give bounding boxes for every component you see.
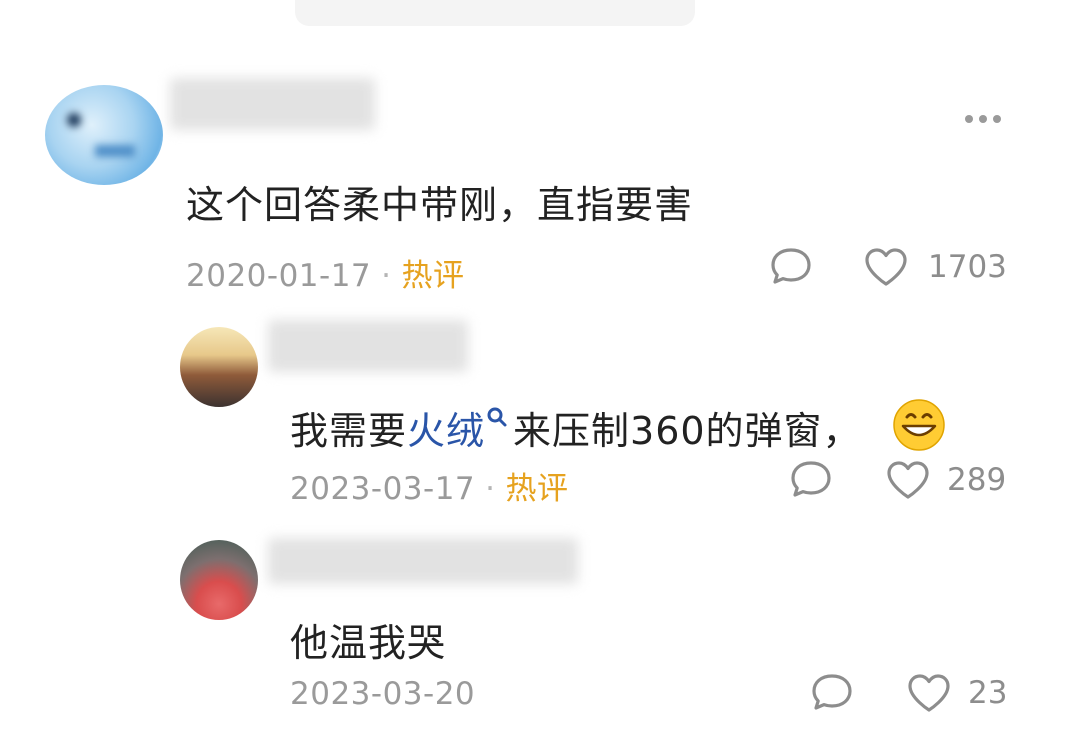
comment-icon[interactable]: [789, 459, 833, 499]
comment-text-before: 我需要: [290, 409, 408, 453]
comment-icon[interactable]: [810, 672, 854, 712]
comment-text: 我需要火绒 来压制360的弹窗，: [290, 400, 862, 455]
hot-badge: 热评: [401, 258, 465, 294]
hot-badge: 热评: [505, 471, 569, 507]
comment-meta: 2020-01-17 · 热评: [186, 258, 465, 294]
like-count: 23: [968, 675, 1008, 711]
comment-text: 这个回答柔中带刚，直指要害: [186, 183, 694, 227]
grin-emoji: [892, 398, 946, 456]
like-count: 289: [947, 462, 1007, 498]
comment-text: 他温我哭: [290, 621, 447, 665]
comment-date: 2020-01-17: [186, 258, 372, 294]
avatar[interactable]: [180, 540, 258, 620]
top-input-bar[interactable]: [295, 0, 695, 26]
avatar[interactable]: [180, 327, 258, 407]
search-link[interactable]: 火绒: [407, 409, 485, 453]
heart-icon[interactable]: [905, 672, 953, 714]
comment-meta: 2023-03-20: [290, 676, 475, 712]
username[interactable]: [268, 320, 468, 372]
username[interactable]: [268, 538, 578, 584]
more-icon[interactable]: [962, 108, 1018, 123]
comment-date: 2023-03-20: [290, 676, 476, 712]
like-count: 1703: [928, 249, 1007, 285]
search-icon[interactable]: [485, 396, 511, 440]
comment-text-after: 来压制360的弹窗，: [513, 409, 862, 453]
avatar[interactable]: [45, 85, 163, 185]
comment-date: 2023-03-17: [290, 471, 476, 507]
heart-icon[interactable]: [862, 246, 910, 288]
comment-icon[interactable]: [769, 246, 813, 286]
comment-meta: 2023-03-17 · 热评: [290, 471, 569, 507]
username[interactable]: [170, 78, 375, 130]
heart-icon[interactable]: [884, 459, 932, 501]
